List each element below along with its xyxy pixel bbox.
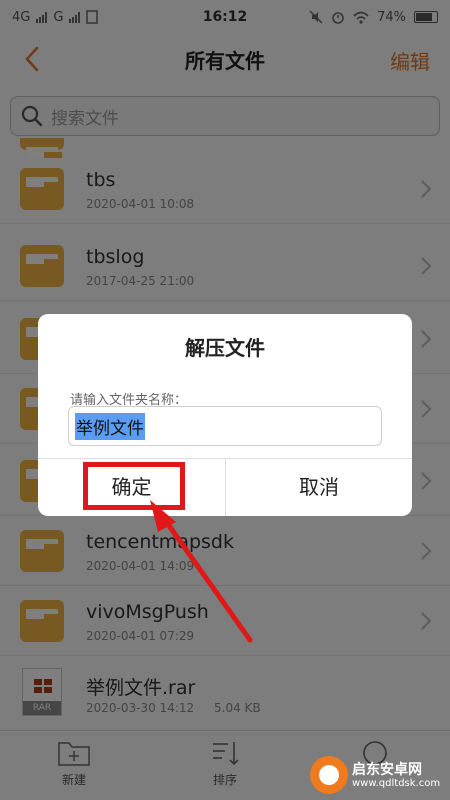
pointer-arrow-icon [150, 500, 253, 643]
watermark: 启东安卓网 www.qdltdsk.com [310, 752, 450, 798]
watermark-title: 启东安卓网 [352, 761, 422, 778]
watermark-logo-icon [310, 756, 348, 794]
watermark-url: www.qdltdsk.com [352, 777, 441, 789]
